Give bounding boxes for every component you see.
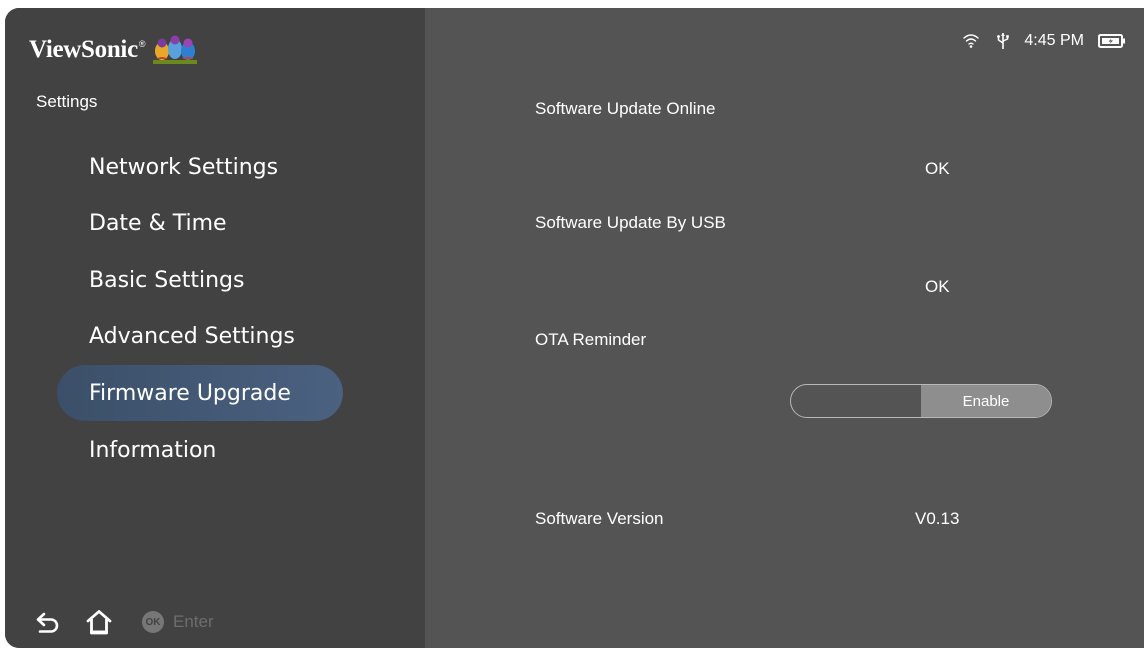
sidebar-item-advanced-settings[interactable]: Advanced Settings xyxy=(57,308,343,364)
ok-badge-label: OK xyxy=(145,616,161,628)
back-icon[interactable] xyxy=(35,610,61,634)
ota-reminder-label: OTA Reminder xyxy=(535,330,647,349)
home-icon[interactable] xyxy=(84,609,114,635)
projector-screen: ViewSonic ® Settings Network Settings Da… xyxy=(5,8,1144,648)
brand-name: ViewSonic xyxy=(29,36,138,63)
brand-registered-mark: ® xyxy=(138,39,146,49)
sidebar: ViewSonic ® Settings Network Settings Da… xyxy=(5,8,425,648)
sidebar-item-label: Firmware Upgrade xyxy=(89,380,291,406)
sidebar-item-firmware-upgrade[interactable]: Firmware Upgrade xyxy=(57,365,343,421)
sidebar-item-label: Advanced Settings xyxy=(89,323,295,349)
wifi-icon xyxy=(963,34,980,48)
toggle-enable-segment[interactable]: Enable xyxy=(921,385,1051,417)
software-update-online-label: Software Update Online xyxy=(535,99,716,118)
sidebar-item-label: Date & Time xyxy=(89,210,227,236)
software-version-value: V0.13 xyxy=(915,509,960,528)
toggle-enable-label: Enable xyxy=(962,392,1010,410)
sidebar-item-label: Basic Settings xyxy=(89,267,245,293)
brand-logo: ViewSonic ® xyxy=(29,30,198,70)
bottom-navigation-bar: OK Enter xyxy=(35,606,214,638)
usb-icon xyxy=(997,33,1010,49)
enter-hint: Enter xyxy=(173,612,214,631)
battery-icon xyxy=(1098,34,1125,48)
sidebar-item-basic-settings[interactable]: Basic Settings xyxy=(57,252,343,308)
status-bar: 4:45 PM xyxy=(962,28,1126,54)
sidebar-item-network-settings[interactable]: Network Settings xyxy=(57,139,343,195)
sidebar-item-date-time[interactable]: Date & Time xyxy=(57,195,343,251)
sidebar-item-information[interactable]: Information xyxy=(57,422,343,478)
ok-badge-icon: OK xyxy=(142,611,164,633)
settings-title: Settings xyxy=(36,92,98,111)
software-update-usb-ok-button[interactable]: OK xyxy=(925,277,950,297)
sidebar-item-label: Network Settings xyxy=(89,154,279,180)
software-update-online-ok-button[interactable]: OK xyxy=(925,159,950,179)
sidebar-item-label: Information xyxy=(89,437,217,463)
software-update-usb-label: Software Update By USB xyxy=(535,213,726,232)
birds-logo-icon xyxy=(152,35,197,64)
status-time: 4:45 PM xyxy=(1024,32,1084,49)
software-version-label: Software Version xyxy=(535,509,664,528)
ota-reminder-toggle[interactable]: Enable xyxy=(790,384,1052,418)
